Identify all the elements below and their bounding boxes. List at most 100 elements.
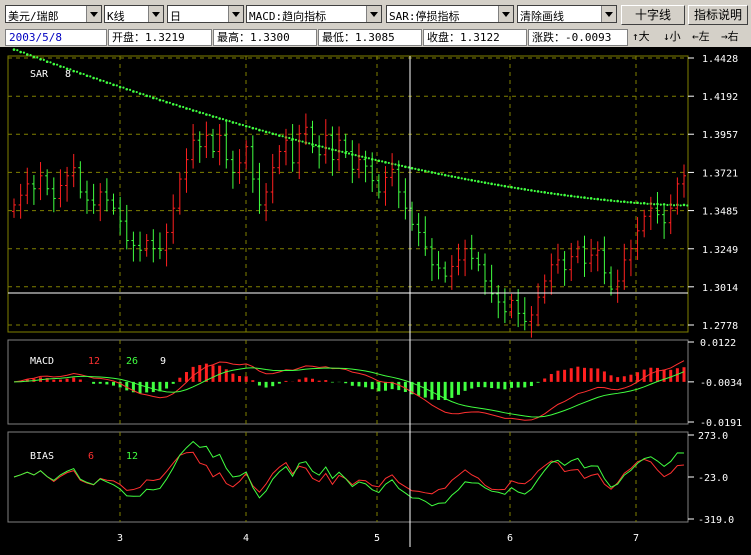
- close-field: 收盘：1.3122: [423, 29, 527, 46]
- chevron-down-icon[interactable]: [601, 6, 616, 22]
- sar-dot: [72, 69, 76, 73]
- y-tick-label: 1.4428: [702, 54, 738, 65]
- sar-dot: [619, 200, 623, 203]
- sar-dot: [62, 65, 65, 69]
- sar-dot: [201, 112, 205, 115]
- sar-dot: [155, 97, 158, 100]
- sar-dot: [16, 49, 19, 52]
- sar-dot: [112, 83, 115, 87]
- sar-dot: [22, 51, 26, 54]
- y-tick-label: 1.3249: [702, 245, 738, 256]
- sar-series: [12, 48, 689, 207]
- sar-dot: [135, 90, 138, 94]
- sar-dot: [467, 178, 470, 181]
- main-panel-frame: [7, 55, 689, 333]
- indicator1-select[interactable]: MACD:趋向指标: [246, 5, 382, 23]
- sar-dot: [410, 166, 414, 170]
- macd-param-9: 9: [160, 356, 166, 367]
- sar-dot: [407, 166, 410, 169]
- sar-dot: [268, 131, 271, 134]
- indicator2-value: SAR:停损指标: [389, 10, 460, 23]
- indicator-help-button[interactable]: 指标说明: [688, 5, 748, 25]
- chevron-down-icon[interactable]: [366, 6, 381, 22]
- sar-dot: [95, 77, 99, 80]
- sar-dot: [527, 188, 530, 192]
- sar-dot: [447, 174, 450, 177]
- sar-dot: [573, 195, 576, 198]
- sar-dot: [566, 194, 570, 197]
- sar-dot: [487, 182, 490, 185]
- sar-dot: [457, 176, 460, 180]
- indicator2-select[interactable]: SAR:停损指标: [386, 5, 514, 23]
- sar-dot: [686, 204, 689, 207]
- sar-dot: [616, 199, 619, 203]
- y-tick-label: 273.0: [698, 431, 728, 442]
- draw-tool-select[interactable]: 清除画线: [517, 5, 617, 23]
- scroll-left-button[interactable]: ←左: [692, 29, 710, 46]
- sar-dot: [384, 161, 387, 164]
- sar-dot: [334, 149, 337, 152]
- main-y-axis: 1.4428 1.4192 1.3957 1.3721 1.3485 1.3249 1.30…: [688, 54, 738, 332]
- y-tick-label: -23.0: [698, 473, 728, 484]
- scroll-right-button[interactable]: →右: [721, 29, 739, 46]
- sar-dot: [423, 169, 427, 173]
- sar-dot: [132, 90, 135, 93]
- bias-y-axis: 273.0 -23.0 -319.0: [688, 431, 734, 526]
- bias-label: BIAS: [30, 451, 54, 462]
- sar-dot: [52, 62, 56, 66]
- sar-dot: [185, 107, 188, 110]
- sar-dot: [550, 191, 553, 195]
- chart-type-select[interactable]: K线: [104, 5, 164, 23]
- sar-dot: [165, 100, 168, 104]
- sar-dot: [420, 169, 424, 172]
- sar-dot: [490, 182, 493, 186]
- sar-dot: [599, 198, 603, 201]
- sar-dot: [510, 185, 513, 189]
- sar-dot: [138, 92, 142, 95]
- sar-dot: [659, 203, 662, 206]
- sar-dot: [347, 152, 351, 155]
- x-tick-label: 6: [507, 533, 513, 544]
- sar-dot: [281, 135, 284, 138]
- chevron-down-icon[interactable]: [498, 6, 513, 22]
- sar-label: SAR: [30, 69, 49, 80]
- crosshair-button[interactable]: 十字线: [621, 5, 685, 25]
- sar-dot: [264, 130, 268, 134]
- chevron-down-icon[interactable]: [148, 6, 163, 22]
- sar-dot: [639, 202, 642, 205]
- sar-dot: [288, 136, 291, 140]
- sar-dot: [175, 103, 178, 106]
- chevron-down-icon[interactable]: [86, 6, 101, 22]
- sar-dot: [662, 203, 666, 206]
- sar-dot: [450, 175, 454, 178]
- macd-label: MACD: [30, 356, 54, 367]
- symbol-select[interactable]: 美元/瑞郎: [5, 5, 102, 23]
- bias-12-line: [13, 440, 685, 507]
- sar-dot: [39, 58, 42, 61]
- sar-dot: [404, 165, 407, 169]
- high-field: 最高：1.3300: [213, 29, 317, 46]
- y-tick-label: 1.3014: [702, 283, 738, 294]
- sar-param: 8: [65, 69, 71, 80]
- sar-dot: [556, 192, 560, 196]
- period-select[interactable]: 日: [167, 5, 244, 23]
- sar-dot: [666, 203, 669, 207]
- sar-dot: [56, 63, 59, 66]
- sar-dot: [477, 180, 480, 183]
- sar-dot: [679, 204, 682, 207]
- sar-dot: [613, 199, 616, 203]
- symbol-value: 美元/瑞郎: [8, 10, 59, 23]
- sar-dot: [480, 180, 483, 184]
- sar-dot: [609, 199, 613, 202]
- sar-dot: [271, 132, 275, 136]
- sar-dot: [255, 127, 258, 130]
- zoom-in-button[interactable]: ↑大: [632, 29, 650, 46]
- x-axis: 3 4 5 6 7: [117, 533, 639, 544]
- sar-dot: [152, 96, 155, 100]
- chart-canvas[interactable]: SAR 8 1.4428 1.4192 1.3957 1.3721 1.3485 1.32…: [0, 47, 751, 555]
- sar-dot: [427, 170, 430, 173]
- date-field: 2003/5/8: [5, 29, 107, 46]
- chevron-down-icon[interactable]: [228, 6, 243, 22]
- zoom-out-button[interactable]: ↓小: [663, 29, 681, 46]
- sar-dot: [533, 189, 536, 193]
